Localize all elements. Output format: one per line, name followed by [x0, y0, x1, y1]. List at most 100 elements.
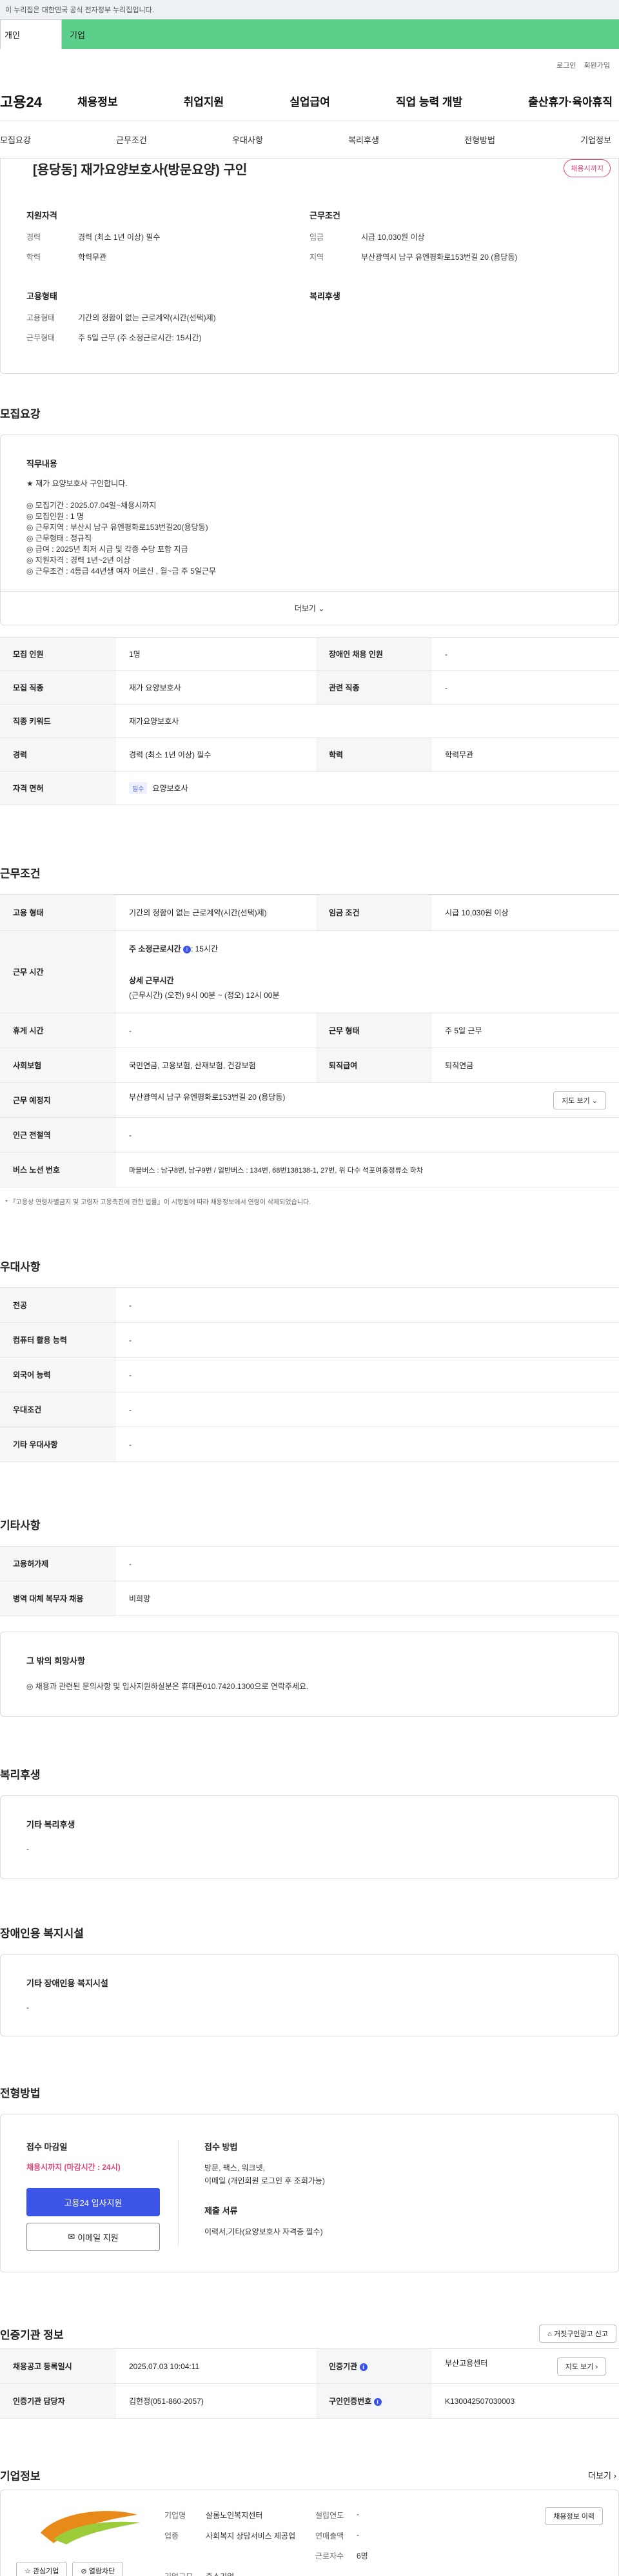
- gnb-item-employment-support[interactable]: 취업지원: [184, 93, 224, 109]
- company-more-link[interactable]: 더보기 ›: [588, 2469, 616, 2481]
- method-heading: 접수 방법: [204, 2142, 238, 2152]
- qual-edu-label: 학력: [26, 253, 41, 262]
- disabled-box: 기타 장애인용 복지시설 -: [0, 1954, 619, 2036]
- interest-button[interactable]: ☆ 관심기업: [16, 2562, 68, 2576]
- gnb-item-unemployment[interactable]: 실업급여: [290, 93, 330, 109]
- job-desc-line: ★ 재가 요양보호사 구인합니다.: [26, 479, 128, 488]
- weekly-hours-label: 주 소정근로시간: [129, 944, 181, 953]
- job-history-button[interactable]: 채용정보 이력: [545, 2507, 603, 2525]
- co-founded-value: -: [357, 2510, 359, 2519]
- more-label: 더보기: [294, 604, 316, 613]
- interest-label: 관심기업: [32, 2568, 59, 2575]
- apply-deadline-panel: 접수 마감일 채용시까지 (마감시간 : 24시) 고용24 입사지원 ✉ 이메일…: [26, 2140, 179, 2251]
- block-icon: ⊘: [81, 2568, 87, 2575]
- signup-link[interactable]: 회원가입: [584, 60, 610, 70]
- co-biz-label: 업종: [164, 2531, 179, 2541]
- cond-heading: 근무조건: [310, 211, 340, 220]
- company-action-area: 채용정보 이력: [519, 2507, 603, 2576]
- disabled-box-text: -: [26, 2003, 29, 2012]
- anchor-apply[interactable]: 전형방법: [464, 133, 495, 146]
- org-name: 부산고용센터: [445, 2358, 488, 2368]
- station-label: 인근 전철역: [0, 1117, 116, 1153]
- cond-region-value: 부산광역시 남구 유엔평화로153번길 20 (용당동): [361, 253, 518, 262]
- pref-table: 전공 - 컴퓨터 활용 능력 - 외국어 능력 - 우대조건 - 기타 우대사항 -: [0, 1287, 619, 1462]
- cert-map-button[interactable]: 지도 보기 ›: [556, 2357, 606, 2376]
- other-wishes-box: 그 밖의 희망사항 ◎ 채용과 관련된 문의사항 및 입사지원하실분은 휴대폰0…: [0, 1632, 619, 1717]
- job-desc-line: ◎ 근무조건 : 4등급 44년생 여자 어르신 , 월~금 주 5일근무: [26, 567, 216, 576]
- cert-header: 인증기관 정보 ⌂ 거짓구인광고 신고: [0, 2319, 619, 2348]
- row-value: 재가 요양보호사: [116, 670, 316, 705]
- pref-value: -: [116, 1427, 619, 1462]
- co-sales-label: 연매출액: [315, 2531, 344, 2541]
- workplace-value: 부산광역시 남구 유엔평화로153번길 20 (용당동) 지도 보기 ⌄: [116, 1082, 619, 1118]
- anchor-company[interactable]: 기업정보: [580, 133, 611, 146]
- row-value: 경력 (최소 1년 이상) 필수: [116, 737, 316, 772]
- info-icon[interactable]: i: [182, 946, 191, 953]
- pref-section-title: 우대사항: [0, 1261, 41, 1273]
- job-summary-card: [용당동] 재가요양보호사(방문요양) 구인 채용시까지 지원자격 경력 경력 (…: [0, 159, 619, 374]
- anchor-recruit[interactable]: 모집요강: [0, 133, 31, 146]
- block-button[interactable]: ⊘ 열람차단: [72, 2562, 124, 2576]
- license-value: 필수 요양보호사: [116, 771, 619, 805]
- company-box: ☆ 관심기업 ⊘ 열람차단 기업명 살롬노인복지센터 설립연도 - 업종 사회복…: [0, 2490, 619, 2576]
- reg-value: 2025.07.03 10:04:11: [116, 2348, 316, 2384]
- more-button[interactable]: 더보기 ⌄: [1, 591, 618, 625]
- anchor-pref[interactable]: 우대사항: [232, 133, 263, 146]
- gnb-item-leave[interactable]: 출산휴가·육아휴직: [528, 93, 613, 109]
- co-emp-value: 6명: [357, 2552, 368, 2561]
- anchor-work[interactable]: 근무조건: [116, 133, 147, 146]
- deadline-value: 채용시까지 (마감시간 : 24시): [26, 2163, 121, 2172]
- block-label: 열람차단: [88, 2568, 115, 2575]
- global-nav: 고용24 채용정보 취업지원 실업급여 직업 능력 개발 출산휴가·육아휴직: [0, 81, 619, 121]
- wage-value: 시급 10,030원 이상: [432, 894, 619, 931]
- gov-banner: 이 누리집은 대한민국 공식 전자정부 누리집입니다.: [0, 0, 619, 19]
- work-time-value: 주 소정근로시간 i: 15시간 상세 근무시간 (근무시간) (오전) 9시 …: [116, 930, 619, 1013]
- email-apply-label: 이메일 지원: [77, 2232, 119, 2243]
- info-icon[interactable]: i: [373, 2398, 382, 2406]
- login-link[interactable]: 로그인: [556, 60, 576, 70]
- license-text: 요양보호사: [152, 784, 188, 793]
- site-logo[interactable]: 고용24: [0, 91, 77, 112]
- chevron-down-icon: ⌄: [318, 603, 325, 613]
- gnb-item-jobs[interactable]: 채용정보: [77, 93, 118, 109]
- cert-no-label: 구인인증번호 i: [316, 2383, 432, 2419]
- map-button-label: 지도 보기: [562, 1097, 590, 1105]
- work-table: 고용 형태 기간의 정함이 없는 근로계약(시간(선택)제) 임금 조건 시급 …: [0, 894, 619, 1187]
- row-label: 장애인 채용 인원: [316, 637, 432, 671]
- method-line: 이메일 (개인회원 로그인 후 조회가능): [204, 2176, 325, 2185]
- cert-no-label-text: 구인인증번호: [329, 2397, 372, 2406]
- cert-map-label: 지도 보기: [565, 2363, 594, 2371]
- welfare-heading: 복리후생: [310, 291, 340, 301]
- emp-type-label: 고용형태: [26, 313, 55, 322]
- map-button[interactable]: 지도 보기 ⌄: [553, 1091, 606, 1109]
- retirement-value: 퇴직연금: [432, 1048, 619, 1083]
- tab-personal[interactable]: 개인: [0, 19, 62, 49]
- etc-label: 병역 대체 복무자 채용: [0, 1581, 116, 1616]
- apply-box: 접수 마감일 채용시까지 (마감시간 : 24시) 고용24 입사지원 ✉ 이메일…: [0, 2114, 619, 2272]
- welfare-group: 복리후생: [310, 289, 593, 352]
- row-label: 모집 직종: [0, 670, 116, 705]
- report-button[interactable]: ⌂ 거짓구인광고 신고: [539, 2325, 616, 2343]
- welfare-box: 기타 복리후생 -: [0, 1795, 619, 1879]
- gnb-item-training[interactable]: 직업 능력 개발: [396, 93, 462, 109]
- rest-label: 휴게 시간: [0, 1013, 116, 1048]
- retirement-label: 퇴직급여: [316, 1048, 432, 1083]
- tab-company[interactable]: 기업: [62, 19, 619, 49]
- info-icon[interactable]: i: [359, 2363, 368, 2371]
- cond-wage-label: 임금: [310, 233, 324, 242]
- co-size-value: 중소기업: [206, 2571, 315, 2576]
- company-logo-area: ☆ 관심기업 ⊘ 열람차단: [16, 2507, 164, 2576]
- apply-section-title: 전형방법: [0, 2087, 41, 2100]
- apply-button[interactable]: 고용24 입사지원: [26, 2188, 160, 2216]
- disabled-box-heading: 기타 장애인용 복지시설: [26, 1978, 108, 1988]
- anchor-welfare[interactable]: 복리후생: [348, 133, 379, 146]
- gov-banner-text: 이 누리집은 대한민국 공식 전자정부 누리집입니다.: [5, 6, 154, 14]
- work-time-label: 근무 시간: [0, 930, 116, 1013]
- co-name-value: 살롬노인복지센터: [206, 2511, 263, 2520]
- qual-edu-value: 학력무관: [78, 253, 107, 262]
- email-apply-button[interactable]: ✉ 이메일 지원: [26, 2223, 160, 2251]
- required-chip: 필수: [129, 782, 148, 794]
- workplace-label: 근무 예정지: [0, 1082, 116, 1118]
- staff-label: 인증기관 담당자: [0, 2383, 116, 2419]
- row-value: -: [432, 637, 619, 671]
